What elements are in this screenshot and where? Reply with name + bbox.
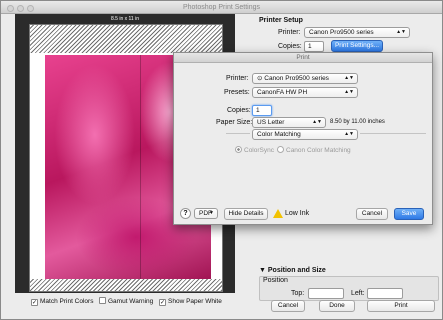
show-paper-white-label: Show Paper White [168,298,222,305]
paper-size-dims: 8.50 by 11.00 inches [330,119,385,125]
low-ink-label: Low Ink [285,210,310,217]
checkbox-empty-icon [99,297,106,304]
panel-select[interactable]: Color Matching ▲▼ [252,129,358,140]
position-size-title: Position and Size [267,267,326,274]
checkmark-icon: ✓ [31,299,38,306]
chevron-updown-icon: ▲▼ [344,89,354,95]
unprintable-top [30,25,222,53]
chevron-updown-icon: ▲▼ [344,131,354,137]
paper-size-select[interactable]: US Letter ▲▼ [252,117,326,128]
print-button[interactable]: Print [367,300,435,312]
presets-select[interactable]: CanonFA HW PH ▲▼ [252,87,358,98]
gamut-warning-label: Gamut Warning [108,298,154,305]
top-label: Top: [291,290,305,297]
dialog-copies-label: Copies: [227,107,251,114]
printer-select-value: Canon Pro9500 series [309,29,374,36]
printer-label: Printer: [278,29,301,36]
save-button[interactable]: Save [394,208,424,220]
chevron-updown-icon: ▲▼ [396,29,406,35]
top-field[interactable] [308,288,344,299]
print-settings-button[interactable]: Print Settings... [331,40,383,52]
separator-left [226,133,250,134]
position-size-heading[interactable]: ▼ Position and Size [259,267,326,274]
title-bar: Photoshop Print Settings [1,1,442,14]
dialog-printer-select[interactable]: ⊙ Canon Pro9500 series ▲▼ [252,73,358,84]
canon-color-matching-radio[interactable]: Canon Color Matching [277,146,351,155]
paper-size-label: Paper Size: [216,119,253,126]
presets-value: CanonFA HW PH [257,89,308,96]
separator-right [360,133,426,134]
hide-details-button[interactable]: Hide Details [224,208,268,220]
dialog-copies-field[interactable]: 1 [252,105,272,116]
dialog-printer-label: Printer: [226,75,249,82]
chevron-down-icon: ▼ [209,210,214,216]
paper-size-value: US Letter [257,119,285,126]
dialog-printer-value: ⊙ Canon Pro9500 series [257,75,329,82]
printer-setup-heading: Printer Setup [259,17,303,24]
printer-select[interactable]: Canon Pro9500 series ▲▼ [304,27,410,38]
match-print-colors-checkbox[interactable]: ✓ Match Print Colors [31,297,93,306]
help-icon[interactable]: ? [180,208,191,219]
chevron-updown-icon: ▲▼ [312,119,322,125]
image-seam [140,55,141,283]
window-title: Photoshop Print Settings [182,4,261,11]
copies-label: Copies: [278,43,302,50]
dialog-cancel-button[interactable]: Cancel [356,208,388,220]
match-print-colors-label: Match Print Colors [40,298,94,305]
presets-label: Presets: [224,89,250,96]
radio-selected-icon [235,146,242,153]
colorsync-radio[interactable]: ColorSync [235,146,274,155]
print-dialog-title: Print [174,53,432,63]
print-dialog: Print Printer: ⊙ Canon Pro9500 series ▲▼… [173,52,433,225]
position-label: Position [263,277,288,284]
radio-empty-icon [277,146,284,153]
unprintable-bottom [30,279,222,291]
print-settings-window: Photoshop Print Settings 8.5 in x 11 in … [0,0,443,320]
canon-color-matching-label: Canon Color Matching [286,147,351,154]
pdf-menu-button[interactable]: PDF ▼ [194,208,218,219]
done-button[interactable]: Done [319,300,355,312]
panel-select-value: Color Matching [257,131,301,138]
chevron-updown-icon: ▲▼ [344,75,354,81]
footer-cancel-button[interactable]: Cancel [271,300,305,312]
gamut-warning-checkbox[interactable]: Gamut Warning [99,297,153,306]
show-paper-white-checkbox[interactable]: ✓ Show Paper White [159,297,222,306]
checkmark-icon: ✓ [159,299,166,306]
copies-field[interactable]: 1 [304,41,324,52]
left-field[interactable] [367,288,403,299]
warning-icon [273,209,283,218]
left-label: Left: [351,290,365,297]
paper-size-tag: 8.5 in x 11 in [111,16,139,22]
colorsync-label: ColorSync [244,147,274,154]
